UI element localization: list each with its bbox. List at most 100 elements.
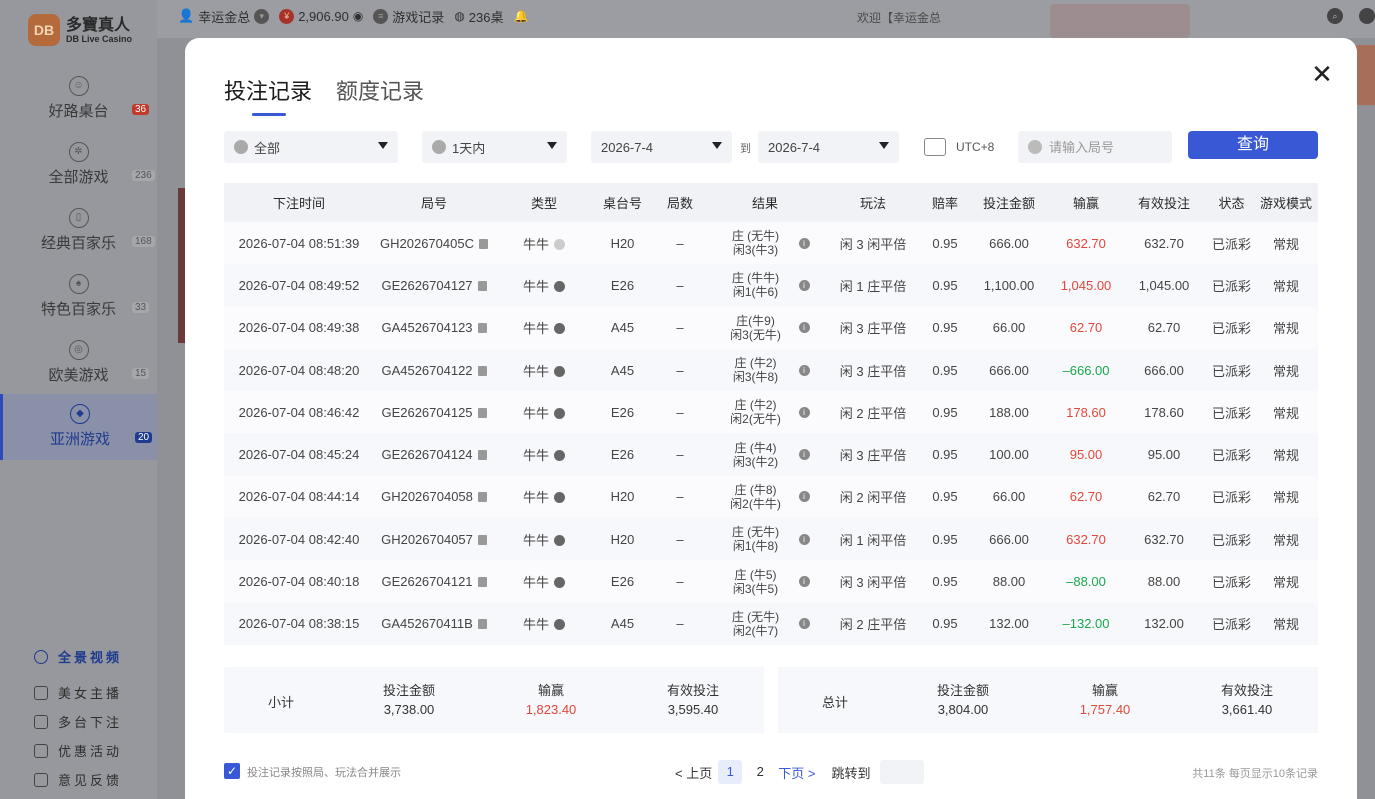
page-1-button[interactable]: 1 xyxy=(718,760,743,784)
total-bet-value: 3,804.00 xyxy=(937,702,989,717)
copy-icon[interactable] xyxy=(477,323,487,334)
info-icon[interactable]: i xyxy=(798,491,810,503)
copy-icon[interactable] xyxy=(478,238,488,249)
hostess-link[interactable]: 美女主播 xyxy=(34,683,122,702)
welcome-text: 欢迎【幸运金总 xyxy=(857,11,942,25)
promo-link[interactable]: 优惠活动 xyxy=(34,741,122,760)
next-page-button[interactable]: 下页 > xyxy=(778,763,815,782)
query-button[interactable]: 查询 xyxy=(1188,131,1318,159)
info-icon[interactable]: i xyxy=(798,533,810,545)
info-icon[interactable]: i xyxy=(798,237,810,249)
total-win-value: 1,757.40 xyxy=(1079,702,1131,717)
total-bet-label: 投注金额 xyxy=(936,683,989,698)
play-video-icon[interactable] xyxy=(554,365,565,377)
info-icon[interactable]: i xyxy=(798,322,810,334)
play-video-icon[interactable] xyxy=(554,323,565,335)
copy-icon[interactable] xyxy=(477,534,487,545)
copy-icon[interactable] xyxy=(477,577,487,588)
sidebar-item-special-baccarat[interactable]: ♠ 特色百家乐 33 xyxy=(0,274,157,336)
date-to-select[interactable]: 2026-7-4 xyxy=(758,131,899,163)
play-video-icon[interactable] xyxy=(554,619,565,631)
cell-status: 已派彩 xyxy=(1211,278,1251,294)
game-record-link[interactable]: ≡ 游戏记录 xyxy=(373,7,444,26)
copy-icon[interactable] xyxy=(477,365,487,376)
col-header: 有效投注 xyxy=(1137,196,1190,211)
cell-type: 牛牛 xyxy=(494,560,594,602)
game-type: 牛牛 xyxy=(522,448,549,464)
col-header: 桌台号 xyxy=(602,196,642,211)
cell-round: GA4526704123 xyxy=(374,307,494,349)
calendar-clock-icon[interactable] xyxy=(924,138,946,156)
round-id: GH202670405C xyxy=(380,235,474,251)
info-icon[interactable]: i xyxy=(798,279,810,291)
prev-page-button[interactable]: < 上页 xyxy=(675,763,712,782)
col-header: 输赢 xyxy=(1072,196,1099,211)
info-icon[interactable]: i xyxy=(798,364,810,376)
copy-icon[interactable] xyxy=(477,407,487,418)
bell-icon[interactable]: 🔔 xyxy=(514,9,529,23)
tab-credit-record[interactable]: 额度记录 xyxy=(336,74,424,112)
page-2-button[interactable]: 2 xyxy=(748,760,772,784)
tables-link[interactable]: ◍ 236桌 xyxy=(454,7,503,26)
cell-result: 庄 (牛5) 闲3(牛5) i xyxy=(709,560,821,602)
col-header: 状态 xyxy=(1218,196,1245,211)
merge-checkbox[interactable]: ✓ xyxy=(224,763,240,779)
copy-icon[interactable] xyxy=(477,450,487,461)
tab-bet-record[interactable]: 投注记录 xyxy=(224,74,312,116)
sidebar-item-all-games[interactable]: ✲ 全部游戏 236 xyxy=(0,142,157,204)
total-valid: 有效投注 3,661.40 xyxy=(1187,681,1307,719)
feedback-link[interactable]: 意见反馈 xyxy=(34,770,122,789)
logo-badge: DB xyxy=(28,14,60,46)
panorama-video-link[interactable]: 全景视频 xyxy=(34,647,122,666)
play-video-icon[interactable] xyxy=(554,534,565,546)
cell-table: A45 xyxy=(610,320,635,336)
table-row: 2026-07-04 08:49:38 GA4526704123 牛牛 A45 – 庄(牛… xyxy=(224,306,1318,349)
count-badge: 36 xyxy=(132,104,150,115)
settings-icon[interactable] xyxy=(1359,8,1375,24)
panorama-icon xyxy=(34,649,48,664)
username: 幸运金总 xyxy=(198,9,251,25)
sidebar-item-asian-games[interactable]: ◆ 亚洲游戏 20 xyxy=(0,394,157,460)
bet-record-modal: 投注记录 额度记录 ✕ 全部 1天内 2026-7-4 到 2026-7-4 U… xyxy=(185,38,1357,799)
date-from-select[interactable]: 2026-7-4 xyxy=(591,131,732,163)
cell-play: 闲 3 庄平倍 xyxy=(839,448,907,464)
info-icon[interactable]: i xyxy=(798,618,810,630)
copy-icon[interactable] xyxy=(477,492,487,503)
promo-banner[interactable] xyxy=(1050,4,1190,38)
play-video-icon[interactable] xyxy=(554,238,565,250)
jump-page-input[interactable] xyxy=(880,760,925,784)
game-type-select[interactable]: 全部 xyxy=(224,131,398,163)
play-video-icon[interactable] xyxy=(554,577,565,589)
cell-mode: 常规 xyxy=(1272,405,1299,421)
sidebar-item-western-games[interactable]: ◎ 欧美游戏 15 xyxy=(0,340,157,402)
cell-type: 牛牛 xyxy=(494,349,594,391)
round-input[interactable] xyxy=(1049,139,1159,155)
play-video-icon[interactable] xyxy=(554,280,565,292)
subtotal-win-label: 输赢 xyxy=(537,683,564,698)
sidebar-item-good-road[interactable]: ☺ 好路桌台 36 xyxy=(0,76,157,138)
copy-icon[interactable] xyxy=(477,619,487,630)
cell-play: 闲 2 闲平倍 xyxy=(839,490,907,506)
table-row: 2026-07-04 08:48:20 GA4526704122 牛牛 A45 – 庄 (… xyxy=(224,348,1318,392)
multi-table-link[interactable]: 多台下注 xyxy=(34,712,122,731)
play-video-icon[interactable] xyxy=(554,407,565,419)
date-range-select[interactable]: 1天内 xyxy=(422,131,567,163)
search-icon[interactable]: ⌕ xyxy=(1327,8,1343,24)
cell-status: 已派彩 xyxy=(1211,405,1251,421)
info-icon[interactable]: i xyxy=(798,449,810,461)
subtotal-panel: 小计 投注金额 3,738.00 输赢 1,823.40 有效投注 3,595.… xyxy=(224,667,764,733)
subtotal-label: 小计 xyxy=(268,695,295,710)
close-icon[interactable]: ✕ xyxy=(1311,61,1333,87)
user-chip[interactable]: 👤 幸运金总 ▾ xyxy=(178,7,270,26)
info-icon[interactable]: i xyxy=(798,576,810,588)
copy-icon[interactable] xyxy=(477,280,487,291)
info-icon[interactable]: i xyxy=(798,406,810,418)
chevron-down-icon: ▾ xyxy=(254,8,270,24)
sidebar-item-classic-baccarat[interactable]: ▯ 经典百家乐 168 xyxy=(0,208,157,270)
cell-win: 62.70 xyxy=(1069,489,1103,505)
cell-valid: 632.70 xyxy=(1144,235,1184,251)
eye-icon[interactable]: ◉ xyxy=(353,9,363,23)
play-video-icon[interactable] xyxy=(554,450,565,462)
cell-table: H20 xyxy=(610,235,635,251)
play-video-icon[interactable] xyxy=(554,492,565,504)
